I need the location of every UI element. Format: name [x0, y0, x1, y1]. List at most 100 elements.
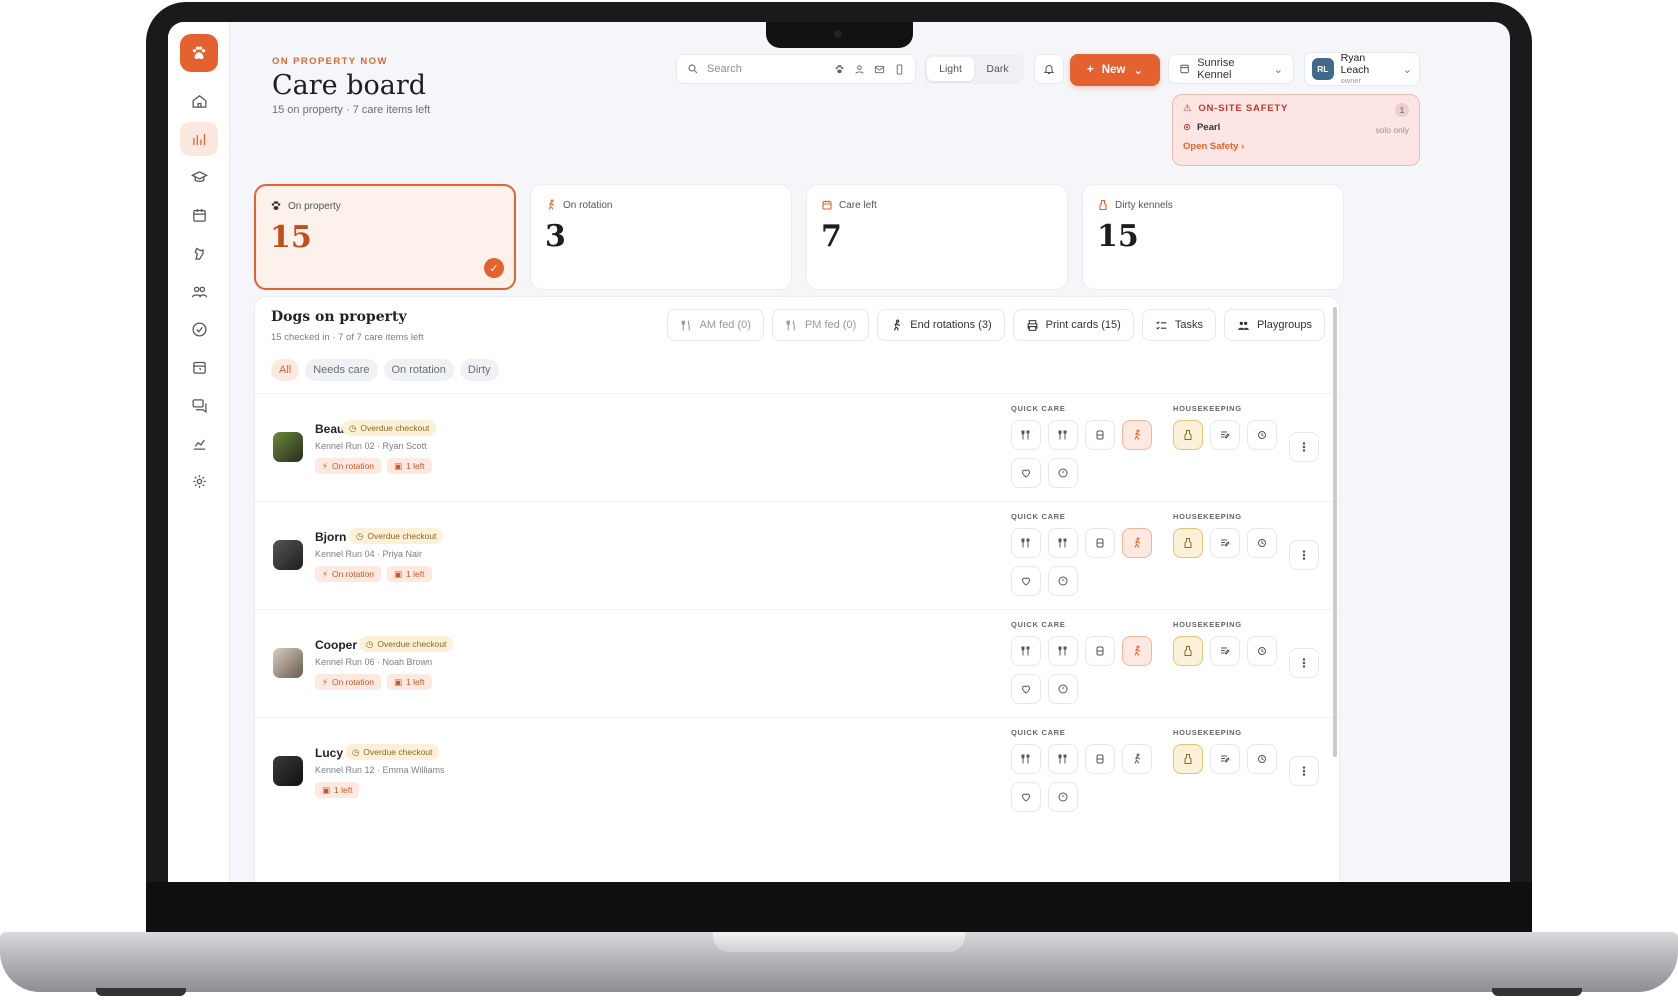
theme-light-option[interactable]: Light: [927, 57, 974, 81]
theme-toggle[interactable]: Light Dark: [924, 54, 1024, 84]
person-filter-icon[interactable]: [854, 64, 865, 75]
running-icon: ⚡: [322, 568, 328, 579]
inspect-icon[interactable]: [1247, 636, 1277, 666]
am-fed-button[interactable]: AM fed (0): [666, 309, 764, 341]
pm-feed-icon[interactable]: [1048, 744, 1078, 774]
notifications-bell-icon[interactable]: [1034, 54, 1064, 84]
search-placeholder: Search: [707, 63, 742, 75]
clean-kennel-icon[interactable]: [1173, 744, 1203, 774]
more-options-icon[interactable]: [1289, 432, 1319, 462]
note-icon[interactable]: [1210, 420, 1240, 450]
alert-info-icon[interactable]: [1048, 566, 1078, 596]
stat-card-care-left[interactable]: Care left 7: [806, 184, 1068, 290]
calendar-icon[interactable]: [180, 198, 218, 232]
dog-name[interactable]: Bjorn: [315, 530, 346, 544]
schedule-icon[interactable]: [180, 350, 218, 384]
stat-value: 15: [270, 220, 312, 255]
stat-card-on-property[interactable]: On property 15 ✓: [254, 184, 516, 290]
new-button[interactable]: + New ⌄: [1070, 54, 1160, 86]
pm-feed-icon[interactable]: [1048, 636, 1078, 666]
health-heart-icon[interactable]: [1011, 566, 1041, 596]
user-menu[interactable]: RL Ryan Leach owner ⌄: [1304, 52, 1420, 86]
calendar-alert-icon: [822, 200, 832, 210]
health-heart-icon[interactable]: [1011, 674, 1041, 704]
check-icon: ✓: [484, 258, 504, 278]
stat-card-on-rotation[interactable]: On rotation 3: [530, 184, 792, 290]
alert-info-icon[interactable]: [1048, 458, 1078, 488]
print-cards-button[interactable]: Print cards (15): [1012, 309, 1134, 341]
filter-needs-care[interactable]: Needs care: [305, 359, 378, 381]
customers-icon[interactable]: [180, 274, 218, 308]
alert-info-icon[interactable]: [1048, 782, 1078, 812]
note-icon[interactable]: [1210, 528, 1240, 558]
training-icon[interactable]: [180, 160, 218, 194]
search-input[interactable]: Search: [676, 54, 916, 84]
dog-name[interactable]: Beau: [315, 422, 344, 436]
more-options-icon[interactable]: [1289, 540, 1319, 570]
pm-fed-button[interactable]: PM fed (0): [771, 309, 870, 341]
note-icon[interactable]: [1210, 636, 1240, 666]
am-feed-icon[interactable]: [1011, 744, 1041, 774]
filter-on-rotation[interactable]: On rotation: [383, 359, 454, 381]
tasks-check-icon[interactable]: [180, 312, 218, 346]
am-feed-icon[interactable]: [1011, 528, 1041, 558]
kennel-selector[interactable]: Sunrise Kennel ⌄: [1168, 54, 1294, 84]
reports-icon[interactable]: [180, 426, 218, 460]
dog-name[interactable]: Lucy: [315, 746, 343, 760]
clean-kennel-icon[interactable]: [1173, 636, 1203, 666]
dog-meta: Kennel Run 06 · Noah Brown: [315, 657, 433, 667]
paw-filter-icon[interactable]: [834, 64, 845, 75]
page-subtitle: 15 on property · 7 care items left: [272, 104, 431, 116]
pm-feed-icon[interactable]: [1048, 420, 1078, 450]
end-rotations-button[interactable]: End rotations (3): [877, 309, 1005, 341]
pet-icon[interactable]: [180, 236, 218, 270]
rotation-run-icon[interactable]: [1122, 420, 1152, 450]
health-heart-icon[interactable]: [1011, 458, 1041, 488]
scrollbar[interactable]: [1333, 307, 1337, 757]
dog-name[interactable]: Cooper: [315, 638, 357, 652]
filter-all[interactable]: All: [271, 359, 300, 381]
care-board-icon[interactable]: [180, 122, 218, 156]
more-options-icon[interactable]: [1289, 756, 1319, 786]
medication-icon[interactable]: [1085, 528, 1115, 558]
alert-info-icon[interactable]: [1048, 674, 1078, 704]
am-feed-icon[interactable]: [1011, 420, 1041, 450]
filter-dirty[interactable]: Dirty: [459, 359, 499, 381]
inspect-icon[interactable]: [1247, 528, 1277, 558]
rotation-run-icon[interactable]: [1122, 744, 1152, 774]
inspect-icon[interactable]: [1247, 420, 1277, 450]
dog-meta: Kennel Run 04 · Priya Nair: [315, 549, 423, 559]
playgroups-button[interactable]: Playgroups: [1223, 309, 1325, 341]
table-row[interactable]: Beau ◷ Overdue checkout Kennel Run 02 · Rya…: [255, 393, 1341, 501]
clean-kennel-icon[interactable]: [1173, 528, 1203, 558]
medication-icon[interactable]: [1085, 420, 1115, 450]
tasks-button[interactable]: Tasks: [1141, 309, 1216, 341]
note-icon[interactable]: [1210, 744, 1240, 774]
medication-icon[interactable]: [1085, 636, 1115, 666]
pm-feed-icon[interactable]: [1048, 528, 1078, 558]
clean-kennel-icon[interactable]: [1173, 420, 1203, 450]
phone-filter-icon[interactable]: [894, 63, 905, 75]
open-safety-link[interactable]: Open Safety ›: [1183, 141, 1409, 152]
medication-icon[interactable]: [1085, 744, 1115, 774]
table-row[interactable]: Cooper ◷ Overdue checkout Kennel Run 06 · N…: [255, 609, 1341, 717]
table-row[interactable]: Bjorn ◷ Overdue checkout Kennel Run 04 · Pr…: [255, 501, 1341, 609]
checklist-icon: [1156, 320, 1167, 330]
health-heart-icon[interactable]: [1011, 782, 1041, 812]
chevron-down-icon: ⌄: [1133, 65, 1143, 77]
mail-filter-icon[interactable]: [874, 64, 885, 75]
am-feed-icon[interactable]: [1011, 636, 1041, 666]
home-icon[interactable]: [180, 84, 218, 118]
messages-icon[interactable]: [180, 388, 218, 422]
table-row[interactable]: Lucy ◷ Overdue checkout Kennel Run 12 · Emm…: [255, 717, 1341, 825]
safety-note: solo only: [1375, 125, 1409, 135]
stat-card-dirty-kennels[interactable]: Dirty kennels 15: [1082, 184, 1344, 290]
settings-gear-icon[interactable]: [180, 464, 218, 498]
inspect-icon[interactable]: [1247, 744, 1277, 774]
rotation-run-icon[interactable]: [1122, 636, 1152, 666]
paw-logo-icon[interactable]: [180, 34, 218, 72]
laptop-base: [0, 932, 1678, 992]
theme-dark-option[interactable]: Dark: [974, 57, 1021, 81]
more-options-icon[interactable]: [1289, 648, 1319, 678]
rotation-run-icon[interactable]: [1122, 528, 1152, 558]
